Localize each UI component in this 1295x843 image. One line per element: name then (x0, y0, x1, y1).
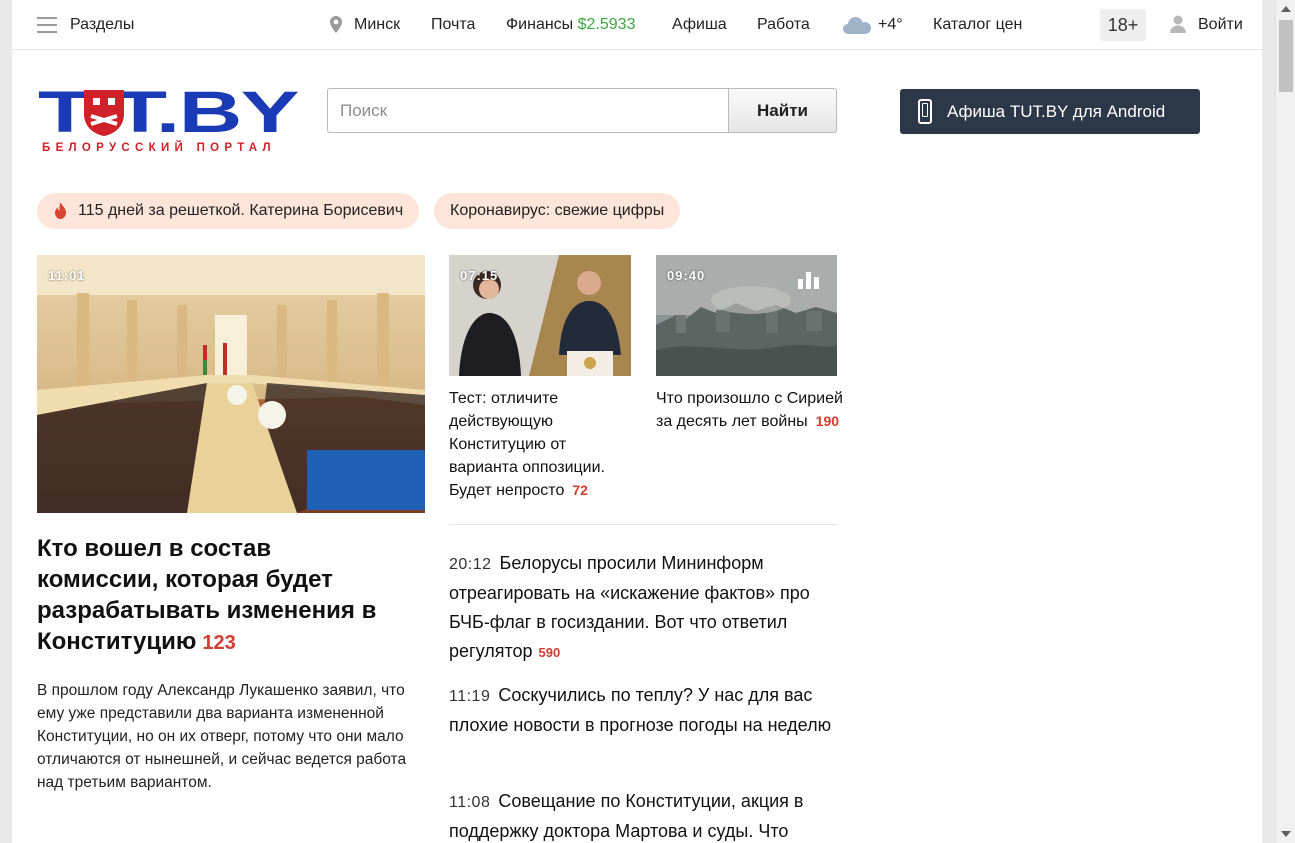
cloud-weather-icon (843, 17, 871, 34)
hall-meeting-image (37, 255, 425, 513)
login-link[interactable]: Войти (1198, 0, 1243, 50)
comment-count[interactable]: 123 (202, 632, 235, 654)
tag-label: Коронавирус: свежие цифры (450, 202, 665, 219)
svg-text:T T.BY: T T.BY (38, 86, 298, 138)
stats-icon (798, 272, 819, 289)
location-pin-icon (330, 16, 342, 33)
news-time: 11:19 (449, 688, 491, 705)
main-story-photo[interactable]: 11:01 (37, 255, 425, 513)
news-item[interactable]: 20:12 Белорусы просили Мининформ отреагир… (449, 549, 844, 667)
logo-graphic: T T.BY (38, 86, 299, 138)
news-title: Соскучились по теплу? У нас для вас плох… (449, 685, 832, 735)
jobs-link[interactable]: Работа (757, 0, 810, 50)
page: Разделы Минск Почта Финансы $2.5933 Афиш… (12, 0, 1262, 843)
comment-count[interactable]: 72 (572, 482, 588, 498)
card-headline: Что произошло с Сирией за десять лет вой… (656, 390, 843, 430)
card-photo-constitution-test[interactable]: 07:15 (449, 255, 631, 376)
search-input[interactable] (327, 88, 729, 133)
search-button[interactable]: Найти (728, 88, 837, 133)
card-title-constitution-test[interactable]: Тест: отличите действующую Конституцию о… (449, 387, 639, 502)
news-item[interactable]: 11:19 Соскучились по теплу? У нас для вас… (449, 681, 844, 740)
mail-link[interactable]: Почта (431, 0, 475, 50)
user-icon[interactable] (1170, 15, 1186, 33)
story-time: 11:01 (48, 268, 86, 283)
android-promo-label: Афиша TUT.BY для Android (947, 102, 1166, 121)
smartphone-icon (918, 99, 932, 124)
scroll-up-arrow-icon[interactable] (1281, 6, 1291, 12)
card-time: 09:40 (667, 268, 706, 283)
tag-coronavirus[interactable]: Коронавирус: свежие цифры (434, 193, 681, 229)
news-time: 11:08 (449, 794, 491, 811)
finance-label: Финансы (506, 16, 574, 33)
scroll-thumb[interactable] (1279, 20, 1293, 92)
main-story-title[interactable]: Кто вошел в состав комиссии, которая буд… (37, 533, 397, 659)
weather-temperature[interactable]: +4° (878, 0, 903, 50)
menu-icon[interactable] (37, 17, 57, 33)
age-rating-badge: 18+ (1100, 9, 1146, 41)
top-navigation-bar: Разделы Минск Почта Финансы $2.5933 Афиш… (12, 0, 1262, 50)
card-photo-syria[interactable]: 09:40 (656, 255, 837, 376)
scroll-down-arrow-icon[interactable] (1281, 831, 1291, 837)
main-story-lead: В прошлом году Александр Лукашенко заяви… (37, 682, 407, 791)
price-catalog-link[interactable]: Каталог цен (933, 0, 1022, 50)
finance-link[interactable]: Финансы $2.5933 (506, 0, 635, 50)
news-item[interactable]: 11:08 Совещание по Конституции, акция в п… (449, 787, 844, 843)
tag-label: 115 дней за решеткой. Катерина Борисевич (78, 202, 404, 219)
card-title-syria[interactable]: Что произошло с Сирией за десять лет вой… (656, 387, 846, 433)
tag-borisevich[interactable]: 115 дней за решеткой. Катерина Борисевич (37, 193, 420, 229)
sections-link[interactable]: Разделы (70, 0, 134, 50)
city-link[interactable]: Минск (354, 0, 400, 50)
logo-subtitle: БЕЛОРУССКИЙ ПОРТАЛ (42, 142, 276, 154)
comment-count[interactable]: 590 (539, 645, 561, 660)
card-time: 07:15 (460, 268, 499, 283)
divider (449, 524, 837, 525)
currency-rate: $2.5933 (577, 16, 636, 33)
android-app-promo-button[interactable]: Афиша TUT.BY для Android (900, 89, 1200, 134)
comment-count[interactable]: 190 (816, 413, 839, 429)
flame-icon (55, 202, 66, 219)
news-title: Совещание по Конституции, акция в поддер… (449, 791, 804, 841)
news-title: Белорусы просили Мининформ отреагировать… (449, 553, 810, 661)
vertical-scrollbar[interactable] (1275, 0, 1295, 843)
news-time: 20:12 (449, 556, 492, 573)
afisha-link[interactable]: Афиша (672, 0, 727, 50)
